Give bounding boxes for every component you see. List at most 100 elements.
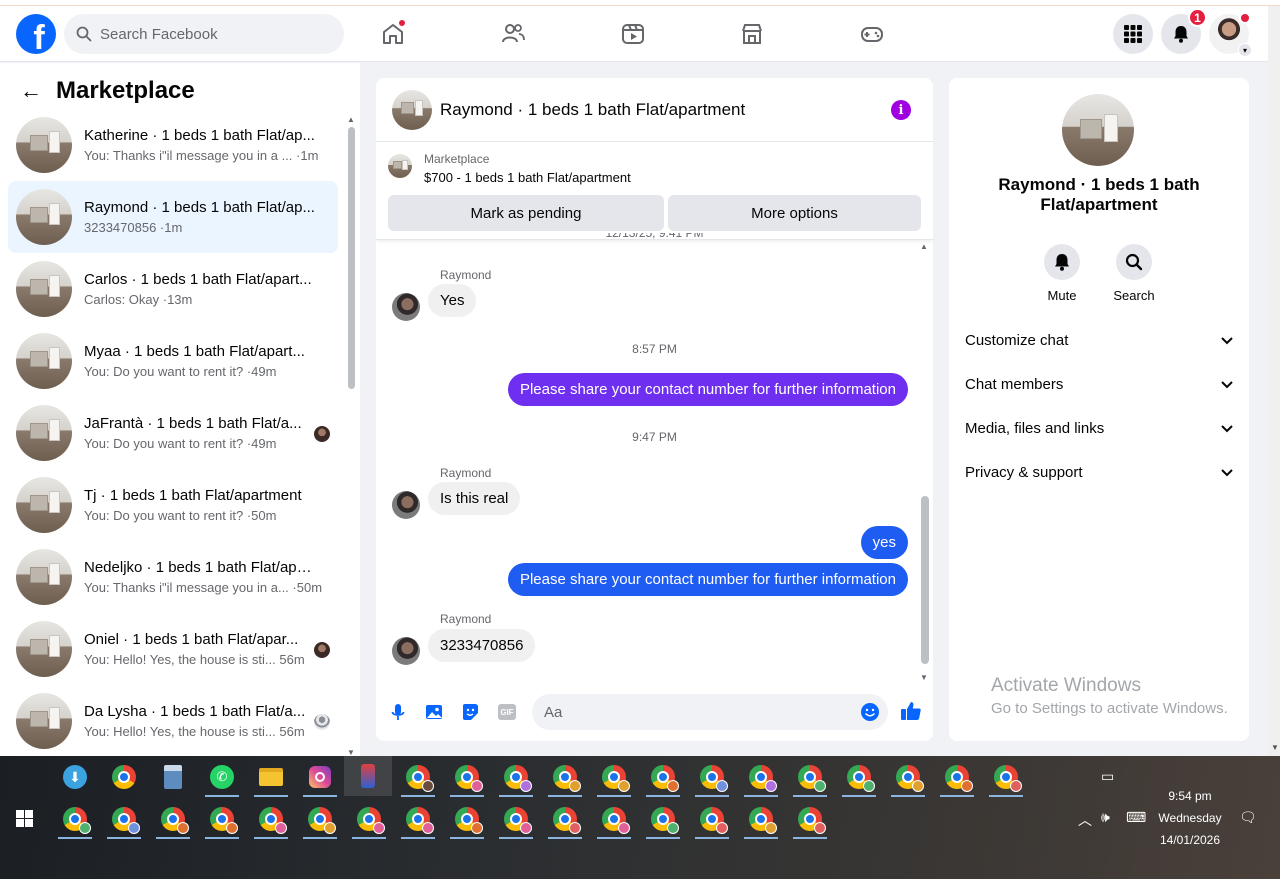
keyboard-icon[interactable]: ⌨ bbox=[1126, 809, 1146, 826]
taskbar-chrome-window[interactable] bbox=[940, 760, 974, 797]
taskbar-chrome-window[interactable] bbox=[401, 802, 435, 839]
taskbar-app-active[interactable] bbox=[344, 756, 392, 796]
taskbar-file-explorer[interactable] bbox=[254, 760, 288, 797]
windows-start-icon[interactable] bbox=[16, 810, 33, 827]
taskbar-chrome-window[interactable] bbox=[548, 760, 582, 797]
more-options-button[interactable]: More options bbox=[668, 195, 921, 231]
taskbar-chrome-window[interactable] bbox=[744, 760, 778, 797]
chat-scrollbar[interactable]: ▲ ▼ bbox=[920, 242, 930, 682]
message-outgoing[interactable]: Please share your contact number for fur… bbox=[507, 563, 908, 596]
voice-clip-button[interactable] bbox=[388, 702, 408, 722]
taskbar-chrome-window[interactable] bbox=[597, 802, 631, 839]
taskbar-chrome-window[interactable] bbox=[891, 760, 925, 797]
desktop-icon[interactable]: ▭ bbox=[1101, 768, 1114, 785]
customize-chat-row[interactable]: Customize chat bbox=[965, 320, 1235, 360]
clock-day[interactable]: Wednesday bbox=[1145, 811, 1235, 825]
clock-date[interactable]: 14/01/2026 bbox=[1145, 833, 1235, 847]
conversation-item[interactable]: Katherine · 1 beds 1 bath Flat/ap... You:… bbox=[8, 109, 338, 181]
taskbar-chrome-window[interactable] bbox=[58, 802, 92, 839]
chevron-up-icon[interactable]: ︿ bbox=[1078, 810, 1092, 830]
taskbar-chrome-window[interactable] bbox=[597, 760, 631, 797]
sender-avatar[interactable] bbox=[392, 293, 420, 321]
taskbar-chrome-window[interactable] bbox=[989, 760, 1023, 797]
gif-icon[interactable]: GIF bbox=[498, 704, 516, 720]
chat-members-row[interactable]: Chat members bbox=[965, 364, 1235, 404]
taskbar-chrome-window[interactable] bbox=[156, 802, 190, 839]
home-tab[interactable] bbox=[371, 16, 415, 52]
back-arrow-icon[interactable]: ← bbox=[20, 78, 50, 104]
conversation-item[interactable]: JaFrantà · 1 beds 1 bath Flat/a... You: D… bbox=[8, 397, 338, 469]
emoji-icon[interactable] bbox=[860, 702, 880, 722]
taskbar-chrome-window[interactable] bbox=[499, 802, 533, 839]
search-in-chat-button[interactable]: Search bbox=[1104, 244, 1164, 303]
profile-avatar[interactable]: ▾ bbox=[1209, 12, 1252, 57]
taskbar-chrome-window[interactable] bbox=[842, 760, 876, 797]
taskbar-app-2[interactable] bbox=[107, 760, 141, 794]
privacy-support-row[interactable]: Privacy & support bbox=[965, 452, 1235, 492]
conversation-item[interactable]: Oniel · 1 beds 1 bath Flat/apar... You: H… bbox=[8, 613, 338, 685]
taskbar-chrome-window[interactable] bbox=[499, 760, 533, 797]
message-incoming[interactable]: Yes bbox=[428, 284, 477, 317]
thumbs-up-icon[interactable] bbox=[900, 700, 922, 722]
mark-as-pending-button[interactable]: Mark as pending bbox=[388, 195, 664, 231]
taskbar-chrome-window[interactable] bbox=[352, 802, 386, 839]
listing-price[interactable]: $700 - 1 beds 1 bath Flat/apartment bbox=[424, 170, 631, 185]
taskbar-chrome-window[interactable] bbox=[744, 802, 778, 839]
conversation-item[interactable]: Tj · 1 beds 1 bath Flat/apartment You: Do… bbox=[8, 469, 338, 541]
conversation-item-active[interactable]: Raymond · 1 beds 1 bath Flat/ap... 323347… bbox=[8, 181, 338, 253]
taskbar-chrome-window[interactable] bbox=[303, 802, 337, 839]
taskbar-chrome-window[interactable] bbox=[646, 760, 680, 797]
sender-avatar[interactable] bbox=[392, 491, 420, 519]
mute-button[interactable]: Mute bbox=[1032, 244, 1092, 303]
message-input[interactable] bbox=[544, 703, 844, 721]
gaming-tab[interactable] bbox=[850, 16, 894, 52]
scrollbar-thumb[interactable] bbox=[921, 496, 929, 664]
scrollbar-thumb[interactable] bbox=[348, 127, 355, 389]
taskbar-chrome-window[interactable] bbox=[450, 760, 484, 797]
conversation-item[interactable]: Nedeljko · 1 beds 1 bath Flat/apa... You:… bbox=[8, 541, 338, 613]
taskbar-instagram[interactable] bbox=[303, 760, 337, 797]
video-tab[interactable] bbox=[611, 16, 655, 52]
conversation-item[interactable]: Carlos · 1 beds 1 bath Flat/apart... Carl… bbox=[8, 253, 338, 325]
scroll-down-arrow-icon[interactable]: ▼ bbox=[1271, 743, 1279, 752]
sidebar-scrollbar[interactable]: ▲ ▼ bbox=[346, 115, 356, 757]
taskbar-whatsapp[interactable]: ✆ bbox=[205, 760, 239, 797]
chat-title[interactable]: Raymond · 1 beds 1 bath Flat/apartment bbox=[440, 100, 745, 120]
taskbar-chrome-window[interactable] bbox=[793, 802, 827, 839]
message-input-box[interactable] bbox=[532, 694, 888, 730]
sender-avatar[interactable] bbox=[392, 637, 420, 665]
scroll-down-arrow-icon[interactable]: ▼ bbox=[920, 673, 928, 682]
taskbar-chrome-window[interactable] bbox=[254, 802, 288, 839]
menu-button[interactable] bbox=[1113, 14, 1153, 54]
taskbar-chrome-window[interactable] bbox=[695, 802, 729, 839]
taskbar-chrome-window[interactable] bbox=[205, 802, 239, 839]
media-files-links-row[interactable]: Media, files and links bbox=[965, 408, 1235, 448]
taskbar-calculator[interactable] bbox=[156, 760, 190, 794]
clock-time[interactable]: 9:54 pm bbox=[1145, 789, 1235, 803]
scroll-up-arrow-icon[interactable]: ▲ bbox=[347, 115, 355, 124]
taskbar-chrome-window[interactable] bbox=[450, 802, 484, 839]
conversation-item[interactable]: Myaa · 1 beds 1 bath Flat/apart... You: D… bbox=[8, 325, 338, 397]
search-bar[interactable] bbox=[64, 14, 344, 54]
marketplace-tab[interactable] bbox=[730, 16, 774, 52]
taskbar-app-1[interactable]: ⬇ bbox=[58, 760, 92, 794]
message-outgoing[interactable]: yes bbox=[860, 526, 908, 559]
info-icon[interactable]: i bbox=[891, 100, 911, 120]
facebook-logo-icon[interactable]: f bbox=[16, 14, 56, 54]
listing-thumbnail-large[interactable] bbox=[1062, 94, 1134, 166]
page-scrollbar[interactable]: ▼ bbox=[1268, 6, 1280, 756]
taskbar-chrome-window[interactable] bbox=[646, 802, 680, 839]
chevron-down-icon[interactable]: ▾ bbox=[1238, 43, 1252, 57]
taskbar-chrome-window[interactable] bbox=[695, 760, 729, 797]
conversation-item[interactable]: Da Lysha · 1 beds 1 bath Flat/a... You: H… bbox=[8, 685, 338, 757]
taskbar-chrome-window[interactable] bbox=[793, 760, 827, 797]
friends-tab[interactable] bbox=[491, 16, 535, 52]
attach-media-button[interactable] bbox=[424, 702, 444, 722]
message-outgoing[interactable]: Please share your contact number for fur… bbox=[507, 373, 908, 406]
sticker-button[interactable] bbox=[460, 702, 480, 722]
taskbar-chrome-window[interactable] bbox=[401, 760, 435, 797]
chat-listing-thumbnail[interactable] bbox=[392, 89, 432, 130]
notifications-button[interactable]: 1 bbox=[1161, 8, 1207, 54]
message-incoming[interactable]: 3233470856 bbox=[428, 629, 536, 662]
message-incoming[interactable]: Is this real bbox=[428, 482, 521, 515]
